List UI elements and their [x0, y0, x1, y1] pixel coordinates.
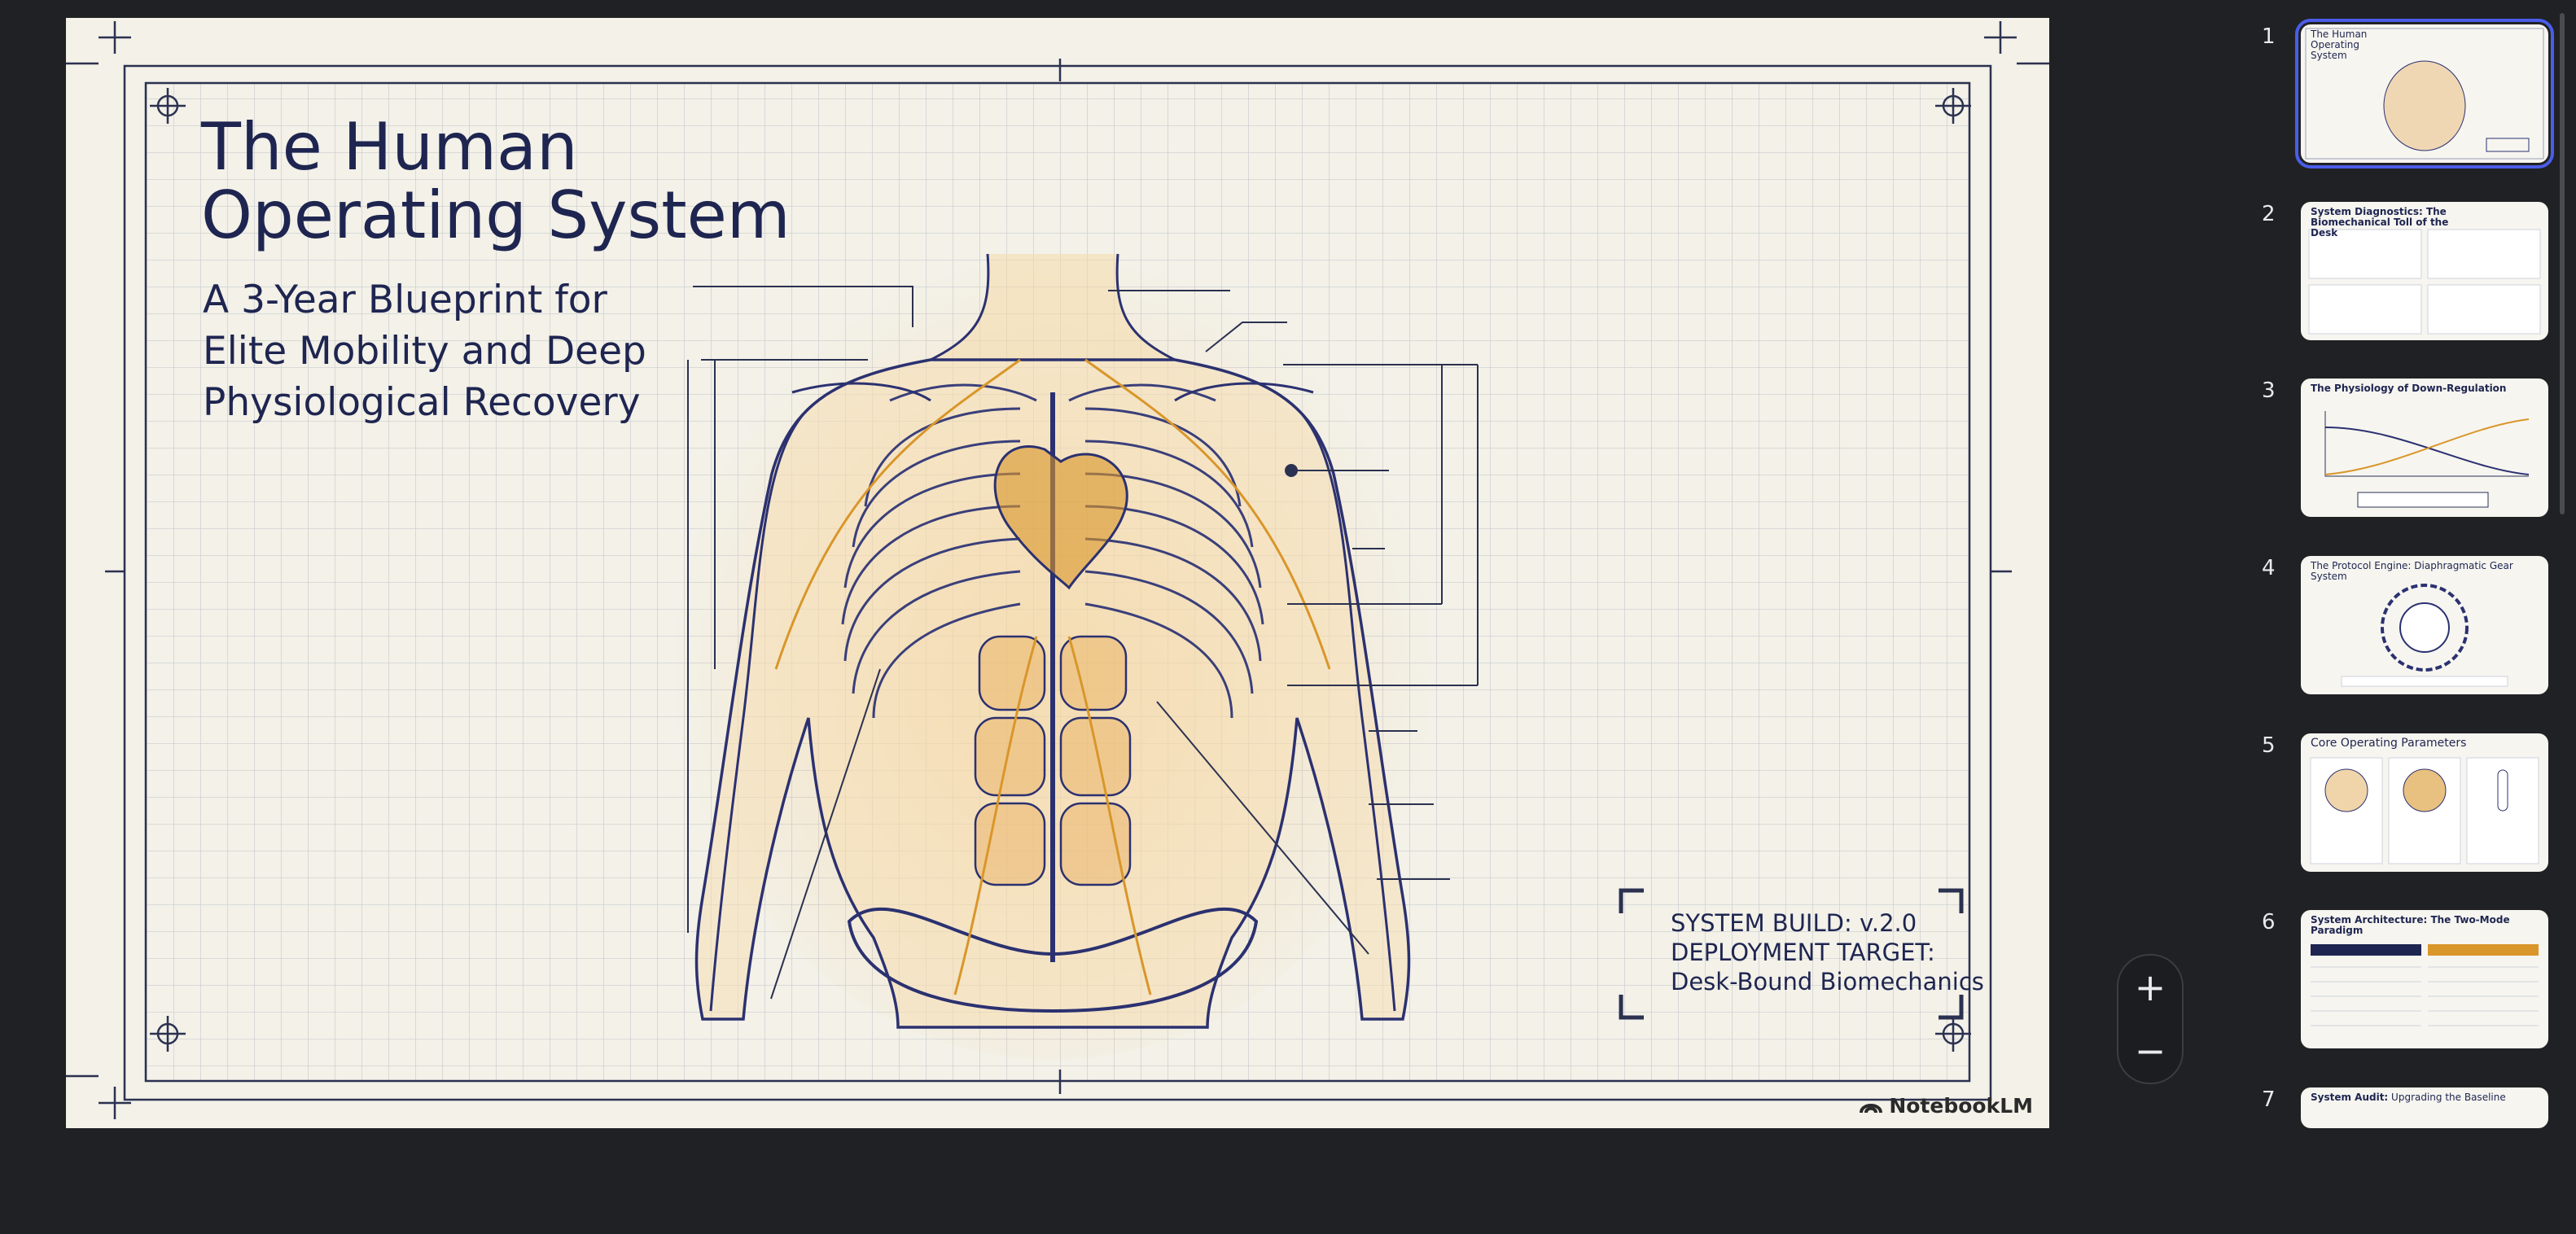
thumbnail-title: The Human Operating System: [2311, 28, 2368, 61]
slide-number: 1: [2262, 24, 2276, 49]
plus-icon: +: [2134, 965, 2166, 1009]
thumbnail-title-accent: System Audit:: [2311, 1092, 2389, 1103]
title-line: Operating System: [201, 177, 791, 253]
thumbnail-row: 3 The Physiology of Down-Regulation: [2247, 379, 2573, 525]
thumbnail-preview: [2324, 411, 2530, 508]
slide-number: 2: [2262, 202, 2276, 226]
zoom-out-button[interactable]: −: [2118, 1019, 2182, 1083]
subtitle-line: A 3-Year Blueprint for: [203, 278, 607, 322]
slide-number: 5: [2262, 733, 2276, 758]
anatomical-torso-illustration: [670, 213, 1435, 1060]
thumbnail-title: Core Operating Parameters: [2311, 737, 2467, 750]
notebooklm-watermark: NotebookLM: [1860, 1091, 2033, 1120]
thumbnail-title: The Physiology of Down-Regulation: [2311, 383, 2507, 394]
title-line: The Human: [201, 109, 578, 185]
slide-title: The Human Operating System: [201, 113, 934, 250]
slide-number: 7: [2262, 1087, 2276, 1112]
thumbnail-row: 1 The Human Operating System: [2247, 19, 2573, 171]
slide-thumbnail-3[interactable]: The Physiology of Down-Regulation: [2301, 379, 2548, 517]
thumbnail-title: The Protocol Engine: Diaphragmatic Gear …: [2311, 560, 2513, 582]
slide-thumbnail-2[interactable]: System Diagnostics: The Biomechanical To…: [2301, 202, 2548, 340]
thumbnail-row: 2 System Diagnostics: The Biomechanical …: [2247, 202, 2573, 348]
slide-number: 4: [2262, 556, 2276, 580]
zoom-in-button[interactable]: +: [2118, 956, 2182, 1019]
thumbnail-row: 5 Core Operating Parameters: [2247, 733, 2573, 880]
brand-text: NotebookLM: [1889, 1093, 2033, 1118]
deployment-target-label: DEPLOYMENT TARGET:: [1671, 939, 1935, 966]
subtitle-line: Physiological Recovery: [203, 380, 641, 425]
notebooklm-logo-icon: [1860, 1104, 1883, 1114]
thumbnail-title: System Architecture: The Two-Mode Paradi…: [2311, 914, 2510, 936]
thumbnail-row: 4 The Protocol Engine: Diaphragmatic Gea…: [2247, 556, 2573, 702]
thumbnail-title: System Audit: Upgrading the Baseline: [2311, 1092, 2539, 1103]
deployment-target-value: Desk-Bound Biomechanics: [1671, 968, 1984, 996]
build-version: SYSTEM BUILD: v.2.0: [1671, 909, 1917, 937]
slide-thumbnail-1[interactable]: The Human Operating System: [2295, 19, 2554, 168]
slide-thumbnail-6[interactable]: System Architecture: The Two-Mode Paradi…: [2301, 910, 2548, 1048]
slide-number: 6: [2262, 910, 2276, 934]
thumbnail-scrollbar[interactable]: [2560, 13, 2565, 514]
system-build-label: SYSTEM BUILD: v.2.0 DEPLOYMENT TARGET: D…: [1638, 901, 1984, 1023]
thumbnail-title-rest: Upgrading the Baseline: [2388, 1092, 2506, 1103]
thumbnail-preview: [2310, 757, 2539, 864]
slide-thumbnail-5[interactable]: Core Operating Parameters: [2301, 733, 2548, 872]
slide-canvas: The Human Operating System A 3-Year Blue…: [66, 18, 2049, 1128]
slide-thumbnail-4[interactable]: The Protocol Engine: Diaphragmatic Gear …: [2301, 556, 2548, 694]
slide-subtitle: A 3-Year Blueprint for Elite Mobility an…: [203, 274, 773, 428]
zoom-controls: + −: [2117, 954, 2184, 1084]
minus-icon: −: [2134, 1029, 2166, 1073]
slide-number: 3: [2262, 379, 2276, 403]
thumbnail-title: System Diagnostics: The Biomechanical To…: [2311, 206, 2449, 238]
thumbnail-row: 7 System Audit: Upgrading the Baseline: [2247, 1087, 2573, 1234]
thumbnail-row: 6 System Architecture: The Two-Mode Para…: [2247, 910, 2573, 1057]
subtitle-line: Elite Mobility and Deep: [203, 329, 646, 374]
slide-thumbnail-7[interactable]: System Audit: Upgrading the Baseline: [2301, 1087, 2548, 1128]
